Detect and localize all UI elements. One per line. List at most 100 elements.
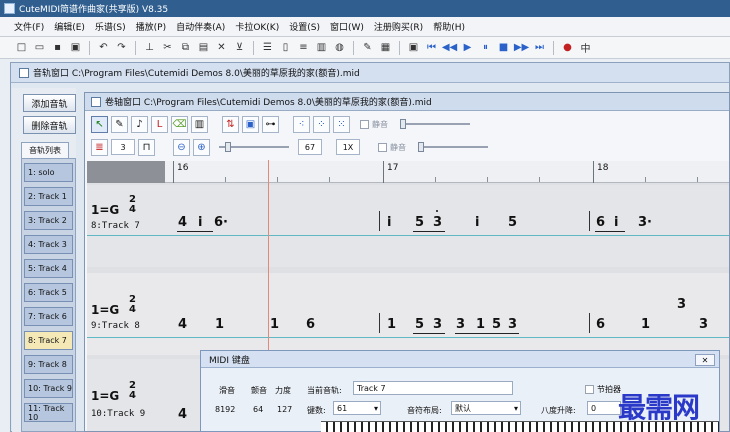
globe-icon[interactable]: ◍ xyxy=(332,40,347,55)
window-icon[interactable]: ▣ xyxy=(406,40,421,55)
note[interactable]: 6 xyxy=(596,317,605,332)
note[interactable]: 3 xyxy=(456,317,465,332)
copy-icon[interactable]: ⧉ xyxy=(178,40,193,55)
beat-icon[interactable]: ⊓ xyxy=(138,138,155,156)
panel-icon[interactable]: ▥ xyxy=(191,115,208,133)
line-tool-icon[interactable]: L xyxy=(151,115,168,133)
track-item[interactable]: 4: Track 3 xyxy=(24,235,73,254)
volume-slider[interactable] xyxy=(219,142,289,152)
notes-dots-icon[interactable]: ⁘ xyxy=(313,115,330,133)
note[interactable]: i xyxy=(198,215,202,230)
eraser-icon[interactable]: ⌫ xyxy=(171,115,188,133)
octave-shift-stepper[interactable]: 0 xyxy=(587,401,621,415)
menu-window[interactable]: 窗口(W) xyxy=(330,20,364,33)
pan-slider[interactable] xyxy=(400,119,470,129)
menu-edit[interactable]: 编辑(E) xyxy=(54,20,85,33)
close-icon[interactable]: ✕ xyxy=(695,354,715,366)
velocity-slider[interactable] xyxy=(418,142,488,152)
note[interactable]: 5 xyxy=(508,215,517,230)
note[interactable]: 4 xyxy=(178,407,187,422)
redo-icon[interactable]: ↷ xyxy=(114,40,129,55)
metronome-checkbox[interactable]: 节拍器 xyxy=(585,384,621,395)
new-file-icon[interactable]: □ xyxy=(14,40,29,55)
staff-track-8[interactable]: 1=G 24 9:Track 8 4 1 1 6 1 5 3 3 1 5 3 6… xyxy=(87,273,729,355)
track-item[interactable]: 9: Track 8 xyxy=(24,355,73,374)
insert-icon[interactable]: ⊥ xyxy=(142,40,157,55)
lines-icon[interactable]: ≡ xyxy=(296,40,311,55)
menu-register[interactable]: 注册购买(R) xyxy=(374,20,423,33)
paste-icon[interactable]: ▤ xyxy=(196,40,211,55)
note[interactable]: 3 xyxy=(677,297,686,312)
image-icon[interactable]: ▣ xyxy=(242,115,259,133)
go-end-icon[interactable]: ⏭ xyxy=(532,40,547,55)
measure-ruler[interactable]: 16 17 18 xyxy=(165,161,729,183)
list-view-icon[interactable]: ☰ xyxy=(260,40,275,55)
note[interactable]: 6 xyxy=(306,317,315,332)
add-track-button[interactable]: 添加音轨 xyxy=(23,94,76,112)
fast-forward-icon[interactable]: ▶▶ xyxy=(514,40,529,55)
clipboard-icon[interactable]: ▦ xyxy=(378,40,393,55)
note[interactable]: 6· xyxy=(214,215,228,230)
track-item[interactable]: 3: Track 2 xyxy=(24,211,73,230)
note[interactable]: i xyxy=(614,215,618,230)
pencil-icon[interactable]: ✎ xyxy=(111,115,128,133)
mute-checkbox-1[interactable]: 静音 xyxy=(360,119,388,130)
stop-icon[interactable]: ■ xyxy=(496,40,511,55)
menu-file[interactable]: 文件(F) xyxy=(14,20,44,33)
track-item[interactable]: 5: Track 4 xyxy=(24,259,73,278)
import-icon[interactable]: ⊻ xyxy=(232,40,247,55)
zoom-out-icon[interactable]: ⊖ xyxy=(173,138,190,156)
note[interactable]: i xyxy=(387,215,391,230)
save-all-icon[interactable]: ▣ xyxy=(68,40,83,55)
menu-karaoke[interactable]: 卡拉OK(K) xyxy=(235,20,279,33)
track-list-tab[interactable]: 音轨列表 xyxy=(21,142,69,158)
cut-icon[interactable]: ✂ xyxy=(160,40,175,55)
chinese-mode-icon[interactable]: 中 xyxy=(578,40,593,55)
edit-pen-icon[interactable]: ✎ xyxy=(360,40,375,55)
note[interactable]: 4 xyxy=(178,215,187,230)
track-item[interactable]: 10: Track 9 xyxy=(24,379,73,398)
note[interactable]: 3 xyxy=(433,215,442,230)
track-item[interactable]: 1: solo xyxy=(24,163,73,182)
volume-value[interactable]: 67 xyxy=(298,139,322,155)
note-layout-select[interactable]: 默认 ▾ xyxy=(451,401,521,415)
select-arrow-icon[interactable]: ↖ xyxy=(91,115,108,133)
pause-icon[interactable]: ⏸ xyxy=(478,40,493,55)
delete-icon[interactable]: ✕ xyxy=(214,40,229,55)
record-icon[interactable]: ● xyxy=(560,40,575,55)
note[interactable]: 3· xyxy=(638,215,652,230)
note-length-value[interactable]: 3 xyxy=(111,139,135,155)
mute-checkbox-2[interactable]: 静音 xyxy=(378,142,406,153)
note[interactable]: 6 xyxy=(596,215,605,230)
piano-icon[interactable]: ▥ xyxy=(314,40,329,55)
zoom-in-icon[interactable]: ⊕ xyxy=(193,138,210,156)
track-item[interactable]: 7: Track 6 xyxy=(24,307,73,326)
track-item[interactable]: 6: Track 5 xyxy=(24,283,73,302)
note[interactable]: i xyxy=(475,215,479,230)
note[interactable]: 5 xyxy=(492,317,501,332)
notes-chord-icon[interactable]: ⁙ xyxy=(333,115,350,133)
menu-score[interactable]: 乐谱(S) xyxy=(95,20,126,33)
note[interactable]: 1 xyxy=(215,317,224,332)
ruler-icon[interactable]: ⊶ xyxy=(262,115,279,133)
zoom-value[interactable]: 1X xyxy=(336,139,360,155)
track-item-selected[interactable]: 8: Track 7 xyxy=(24,331,73,350)
menu-play[interactable]: 播放(P) xyxy=(136,20,166,33)
open-folder-icon[interactable]: ▭ xyxy=(32,40,47,55)
note[interactable]: 1 xyxy=(387,317,396,332)
menu-settings[interactable]: 设置(S) xyxy=(289,20,320,33)
menu-help[interactable]: 帮助(H) xyxy=(433,20,465,33)
draw-note-icon[interactable]: ♪ xyxy=(131,115,148,133)
keys-count-select[interactable]: 61 ▾ xyxy=(333,401,381,415)
note[interactable]: 5 xyxy=(415,215,424,230)
note[interactable]: 3 xyxy=(508,317,517,332)
save-icon[interactable]: ▪ xyxy=(50,40,65,55)
note[interactable]: 3 xyxy=(699,317,708,332)
note[interactable]: 5 xyxy=(415,317,424,332)
staff-track-7[interactable]: 1=G 24 8:Track 7 4 i 6· i 5 3 i 5 6 i 3· xyxy=(87,185,729,267)
delete-track-button[interactable]: 删除音轨 xyxy=(23,116,76,134)
track-item[interactable]: 2: Track 1 xyxy=(24,187,73,206)
note[interactable]: 1 xyxy=(270,317,279,332)
play-icon[interactable]: ▶ xyxy=(460,40,475,55)
note[interactable]: 1 xyxy=(476,317,485,332)
